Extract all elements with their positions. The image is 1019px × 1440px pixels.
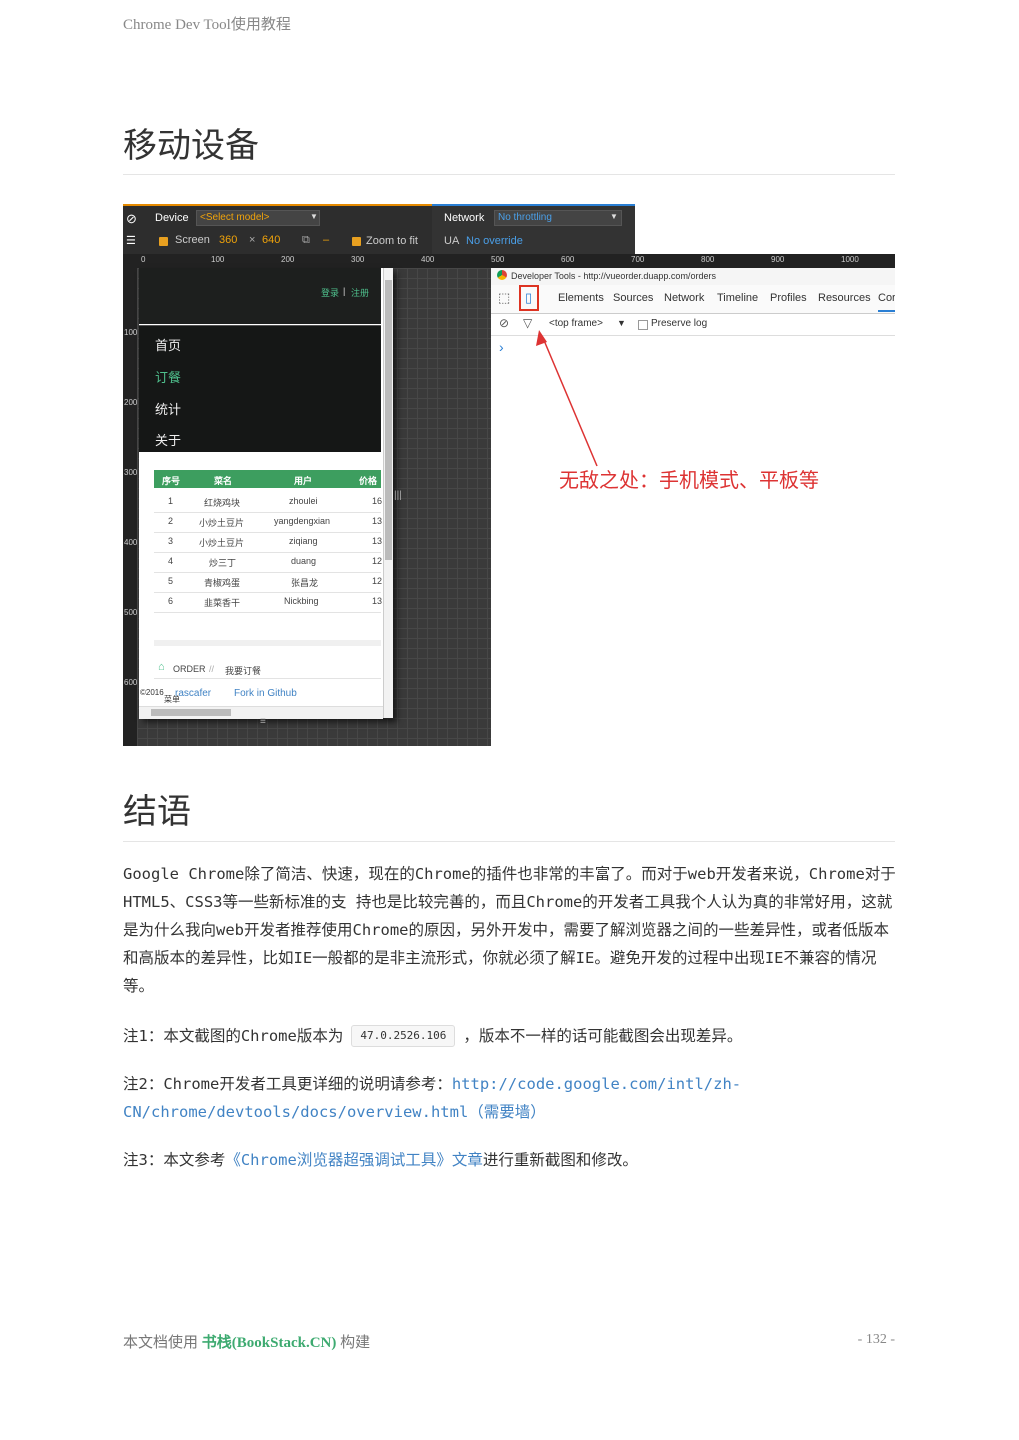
bookstack-link[interactable]: 书栈(BookStack.CN) xyxy=(202,1335,337,1351)
section-title-conclusion: 结语 xyxy=(123,792,191,832)
section-divider xyxy=(123,174,895,175)
footer-credit: 本文档使用 书栈(BookStack.CN) 构建 xyxy=(123,1331,370,1352)
section-divider xyxy=(123,841,895,842)
section-title-mobile: 移动设备 xyxy=(123,126,259,166)
note1-suffix: ，版本不一样的话可能截图会出现差异。 xyxy=(463,1027,743,1045)
footer-prefix: 本文档使用 xyxy=(123,1335,199,1351)
version-code: 47.0.2526.106 xyxy=(351,1025,456,1047)
note1-prefix: 注1：本文截图的Chrome版本为 xyxy=(123,1027,344,1045)
callout-text: 无敌之处：手机模式、平板等 xyxy=(559,470,819,492)
note2-prefix: 注2：Chrome开发者工具更详细的说明请参考： xyxy=(123,1075,452,1093)
conclusion-paragraph: Google Chrome除了简洁、快速，现在的Chrome的插件也非常的丰富了… xyxy=(123,865,896,995)
devtools-screenshot: ⊘ Device <Select model> ▼ ☰ Screen 360 ×… xyxy=(123,204,895,746)
page-number: - 132 - xyxy=(857,1332,895,1347)
note-1: 注1：本文截图的Chrome版本为 47.0.2526.106 ，版本不一样的话可能… xyxy=(123,1022,898,1050)
note-2: 注2：Chrome开发者工具更详细的说明请参考：http://code.goog… xyxy=(123,1070,898,1126)
doc-header-title: Chrome Dev Tool使用教程 xyxy=(123,17,291,33)
note3-suffix: 进行重新截图和修改。 xyxy=(482,1151,638,1169)
note-3: 注3：本文参考《Chrome浏览器超强调试工具》文章进行重新截图和修改。 xyxy=(123,1146,898,1174)
note3-prefix: 注3：本文参考 xyxy=(123,1151,226,1169)
reference-article-link[interactable]: 《Chrome浏览器超强调试工具》文章 xyxy=(225,1151,483,1169)
footer-suffix: 构建 xyxy=(340,1335,371,1351)
